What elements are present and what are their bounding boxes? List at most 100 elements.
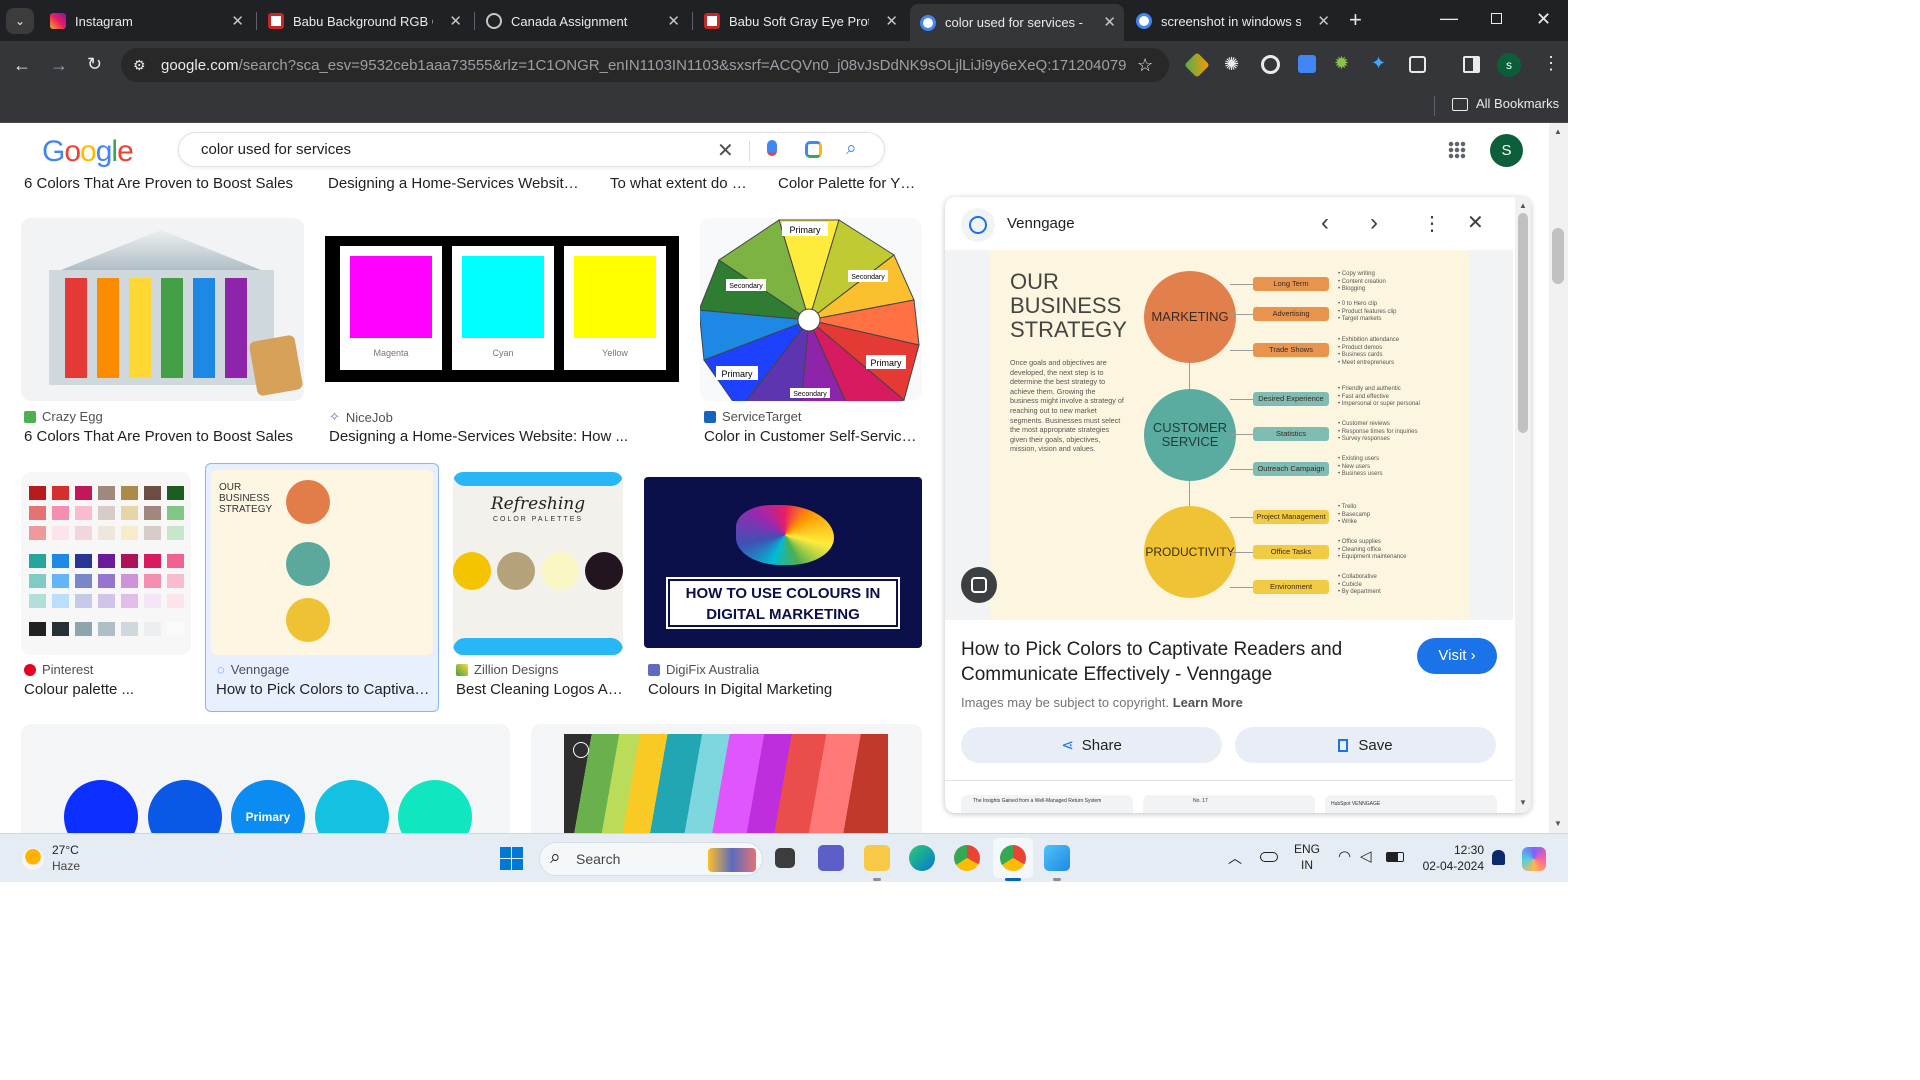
weather-widget[interactable]: 27°C Haze bbox=[18, 842, 108, 876]
tab-babu-soft-gray[interactable]: Babu Soft Gray Eye Protection ✕ bbox=[694, 6, 906, 36]
panel-source[interactable]: Venngage bbox=[1007, 215, 1075, 232]
minimize-button[interactable]: — bbox=[1440, 8, 1458, 29]
all-bookmarks-button[interactable]: All Bookmarks bbox=[1476, 96, 1559, 111]
tab-screenshot-in-windows[interactable]: screenshot in windows sho ✕ bbox=[1126, 6, 1338, 36]
microphone-icon[interactable] bbox=[767, 140, 777, 156]
panel-scroll-thumb[interactable] bbox=[1518, 213, 1528, 433]
result-title[interactable]: How to Pick Colors to Captiva… bbox=[216, 681, 431, 698]
result-title[interactable]: Color in Customer Self-Servic… bbox=[704, 428, 919, 445]
result-image-servicetarget[interactable]: Primary Secondary Secondary Primary Seco… bbox=[700, 218, 922, 401]
related-thumb[interactable]: HubSpot VENNGAGE bbox=[1325, 795, 1497, 813]
result-title[interactable]: Designing a Home-Services Website: How .… bbox=[329, 428, 629, 445]
result-image-zillion[interactable]: Refreshing COLOR PALETTES bbox=[453, 472, 623, 655]
result-title[interactable]: 6 Colors That Are Proven to Boost Sales bbox=[24, 428, 314, 445]
onedrive-cloud-icon[interactable] bbox=[1260, 852, 1278, 862]
clear-search-icon[interactable]: ✕ bbox=[717, 138, 734, 163]
forward-arrow-icon[interactable]: → bbox=[50, 56, 68, 74]
close-panel-icon[interactable]: ✕ bbox=[1467, 210, 1484, 235]
tab-color-used-for-services[interactable]: color used for services - Goo ✕ bbox=[910, 4, 1124, 41]
clock[interactable]: 12:30 02-04-2024 bbox=[1416, 842, 1484, 874]
chrome-icon[interactable] bbox=[954, 845, 980, 871]
share-button[interactable]: ⋖ Share bbox=[961, 727, 1222, 763]
reload-icon[interactable]: ↻ bbox=[87, 55, 102, 73]
more-options-icon[interactable]: ⋮ bbox=[1422, 211, 1442, 236]
learn-more-link[interactable]: Learn More bbox=[1173, 695, 1243, 710]
lens-camera-icon[interactable] bbox=[805, 141, 822, 158]
panel-scrollbar[interactable]: ▲ ▼ bbox=[1515, 197, 1531, 813]
profile-avatar[interactable]: s bbox=[1497, 53, 1521, 77]
result-title[interactable]: Best Cleaning Logos A… bbox=[456, 681, 621, 698]
result-title[interactable]: To what extent do … bbox=[610, 175, 750, 192]
task-view-icon[interactable] bbox=[775, 848, 795, 868]
result-image-blue-circles[interactable]: Primary bbox=[21, 724, 510, 833]
new-tab-button[interactable]: + bbox=[1349, 9, 1362, 31]
taskbar-search-box[interactable]: ⌕ Search bbox=[539, 842, 763, 876]
windows-start-icon[interactable] bbox=[500, 847, 523, 870]
close-tab-icon[interactable]: ✕ bbox=[885, 12, 898, 30]
visit-button[interactable]: Visit › bbox=[1417, 638, 1497, 674]
scroll-up-arrow-icon[interactable]: ▲ bbox=[1554, 127, 1562, 136]
notification-bell-icon[interactable] bbox=[1492, 850, 1505, 865]
search-input[interactable]: color used for services bbox=[201, 141, 351, 158]
result-title[interactable]: Color Palette for Y… bbox=[778, 175, 918, 192]
search-box[interactable]: color used for services ✕ ⌕ bbox=[178, 132, 885, 167]
close-tab-icon[interactable]: ✕ bbox=[231, 12, 244, 30]
wifi-icon[interactable]: ◠ bbox=[1338, 847, 1351, 865]
next-icon[interactable]: › bbox=[1370, 209, 1378, 237]
scroll-down-arrow-icon[interactable]: ▼ bbox=[1554, 819, 1562, 828]
chrome-profile-icon[interactable] bbox=[1000, 845, 1026, 871]
photos-icon[interactable] bbox=[1044, 845, 1070, 871]
result-title[interactable]: Colour palette ... bbox=[24, 681, 184, 698]
tab-instagram[interactable]: Instagram ✕ bbox=[40, 6, 252, 36]
extension-icon[interactable] bbox=[1184, 52, 1210, 78]
result-image-pantone-fan[interactable] bbox=[531, 724, 922, 833]
result-image-venngage[interactable]: OUR BUSINESS STRATEGY bbox=[211, 470, 433, 655]
file-explorer-icon[interactable] bbox=[864, 845, 890, 871]
result-title[interactable]: Colours In Digital Marketing bbox=[648, 681, 918, 698]
result-title[interactable]: Designing a Home-Services Websit… bbox=[328, 175, 578, 192]
volume-icon[interactable]: ◁ bbox=[1360, 847, 1372, 865]
teams-icon[interactable] bbox=[818, 845, 844, 871]
address-bar[interactable]: ⚙ google.com/search?sca_esv=9532ceb1aaa7… bbox=[121, 48, 1169, 82]
scroll-down-arrow-icon[interactable]: ▼ bbox=[1519, 798, 1527, 807]
previous-icon[interactable]: ‹ bbox=[1321, 209, 1329, 237]
extensions-puzzle-icon[interactable] bbox=[1409, 56, 1426, 73]
colorful-extension-icon[interactable]: ✦ bbox=[1371, 54, 1386, 72]
close-tab-icon[interactable]: ✕ bbox=[449, 12, 462, 30]
result-image-pinterest[interactable] bbox=[21, 472, 191, 655]
grammarly-extension-icon[interactable] bbox=[1261, 55, 1280, 74]
result-title[interactable]: 6 Colors That Are Proven to Boost Sales bbox=[24, 175, 314, 192]
tab-search-button[interactable]: ⌄ bbox=[6, 8, 34, 34]
page-scrollbar[interactable]: ▲ ▼ bbox=[1549, 123, 1568, 833]
related-thumb[interactable]: The Insights Gained from a Well-Managed … bbox=[961, 795, 1133, 813]
tab-canada-assignment[interactable]: Canada Assignment ✕ bbox=[476, 6, 688, 36]
result-image-digifix[interactable]: HOW TO USE COLOURS IN DIGITAL MARKETING bbox=[644, 477, 922, 648]
google-logo[interactable]: Google bbox=[42, 135, 134, 169]
close-tab-icon[interactable]: ✕ bbox=[1317, 12, 1330, 30]
search-icon[interactable]: ⌕ bbox=[846, 138, 857, 160]
result-image-nicejob[interactable]: Magenta Cyan Yellow bbox=[325, 236, 679, 382]
openai-extension-icon[interactable]: ✺ bbox=[1224, 55, 1239, 73]
close-window-button[interactable]: ✕ bbox=[1536, 9, 1551, 30]
bookmark-star-icon[interactable]: ☆ bbox=[1137, 56, 1153, 74]
back-arrow-icon[interactable]: ← bbox=[13, 56, 31, 74]
account-avatar[interactable]: S bbox=[1490, 134, 1523, 167]
side-panel-icon[interactable] bbox=[1463, 56, 1480, 73]
copilot-icon[interactable] bbox=[1522, 847, 1546, 871]
chevron-up-icon[interactable]: ︿ bbox=[1228, 848, 1242, 868]
close-tab-icon[interactable]: ✕ bbox=[1103, 13, 1116, 31]
edge-icon[interactable] bbox=[909, 845, 935, 871]
kebab-menu-icon[interactable]: ⋮ bbox=[1542, 54, 1560, 72]
tab-babu-background[interactable]: Babu Background RGB Color ✕ bbox=[258, 6, 470, 36]
page-scroll-thumb[interactable] bbox=[1552, 228, 1564, 284]
related-thumb[interactable]: No. 17 bbox=[1143, 795, 1315, 813]
site-info-icon[interactable]: ⚙ bbox=[133, 56, 146, 74]
infographic[interactable]: OUR BUSINESS STRATEGY Once goals and obj… bbox=[990, 250, 1470, 620]
apps-grid-icon[interactable] bbox=[1448, 141, 1466, 159]
gear-extension-icon[interactable]: ✹ bbox=[1334, 54, 1349, 72]
language-indicator[interactable]: ENG IN bbox=[1294, 841, 1320, 873]
scroll-up-arrow-icon[interactable]: ▲ bbox=[1519, 201, 1527, 210]
restore-button[interactable] bbox=[1491, 13, 1502, 24]
panel-title[interactable]: How to Pick Colors to Captivate Readers … bbox=[961, 637, 1381, 687]
save-button[interactable]: Save bbox=[1235, 727, 1496, 763]
